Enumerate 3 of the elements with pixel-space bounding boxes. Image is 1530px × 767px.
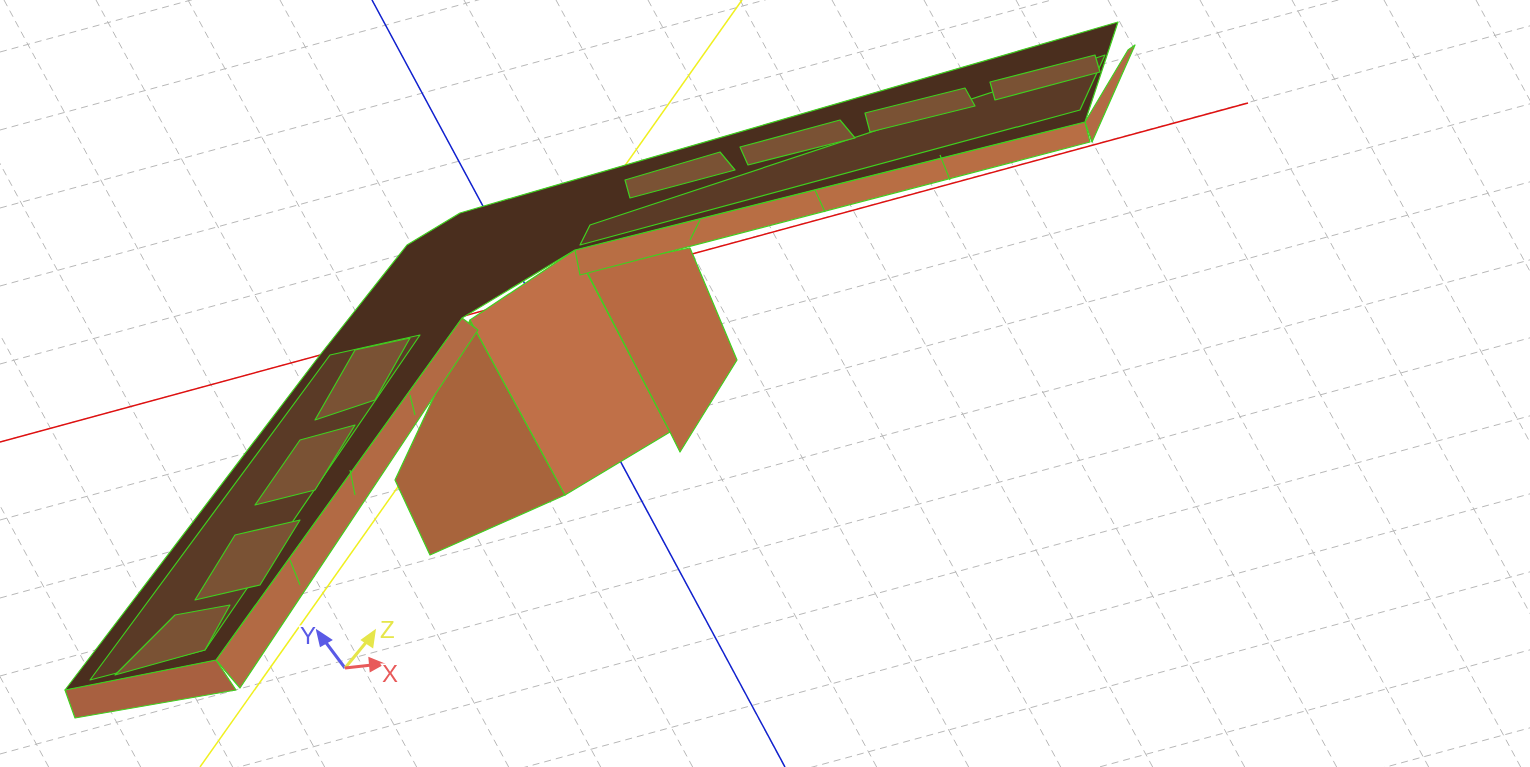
axis-label: Y <box>300 622 316 649</box>
axis-label: Z <box>380 616 395 643</box>
axis-label: X <box>382 660 398 687</box>
